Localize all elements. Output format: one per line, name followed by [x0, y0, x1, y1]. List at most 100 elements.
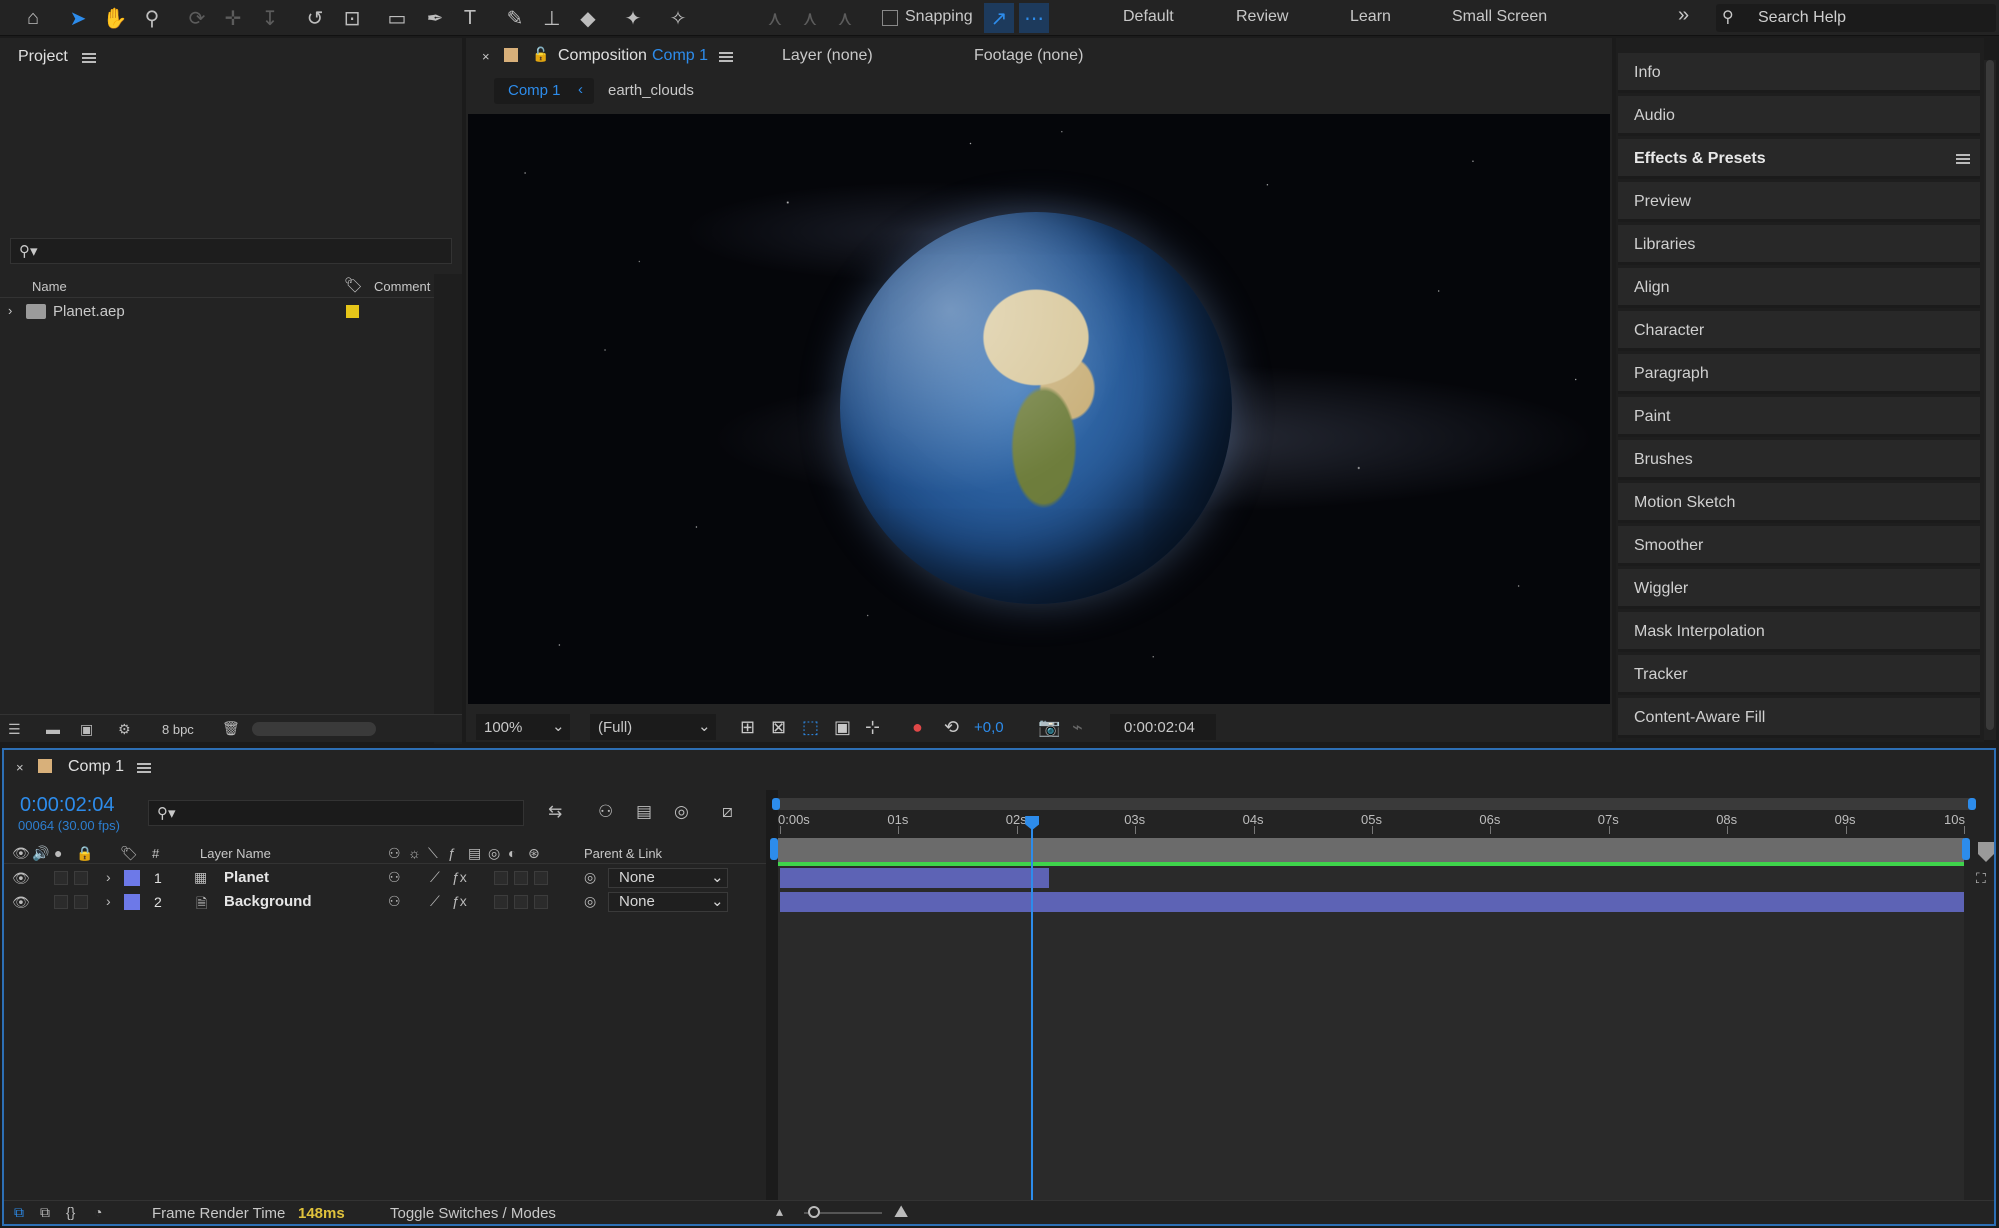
motion-blur-switch-icon[interactable]: ◎ — [488, 845, 500, 862]
composition-tab-comp[interactable]: Comp 1 — [652, 47, 708, 65]
navigator-start-handle[interactable] — [772, 798, 780, 810]
resolution-dropdown[interactable]: (Full) ⌄ — [590, 714, 716, 740]
brush-tool-icon[interactable]: ✎ — [500, 3, 530, 33]
panel-motion-sketch[interactable]: Motion Sketch — [1618, 483, 1980, 523]
snap-edges-icon[interactable]: ↗ — [984, 3, 1014, 33]
panel-wiggler[interactable]: Wiggler — [1618, 569, 1980, 609]
timeline-search-input[interactable]: ⚲▾ — [148, 800, 524, 826]
shy-icon[interactable]: ⚇ — [388, 893, 401, 910]
puppet-pin-tool-icon[interactable]: ✧ — [663, 3, 693, 33]
layer-bar-background[interactable] — [780, 892, 1964, 912]
hand-tool-icon[interactable]: ✋ — [100, 3, 130, 33]
rectangle-tool-icon[interactable]: ▭ — [382, 3, 412, 33]
exposure-value[interactable]: +0,0 — [974, 714, 1004, 740]
panel-smoother[interactable]: Smoother — [1618, 526, 1980, 566]
playhead-line[interactable] — [1031, 820, 1034, 1200]
graph-editor-icon[interactable]: ⧄ — [722, 802, 733, 822]
adjustment-checkbox[interactable] — [534, 895, 548, 909]
audio-icon[interactable]: 🔊 — [32, 845, 49, 862]
thumbnail-slider[interactable] — [252, 722, 376, 736]
panel-character[interactable]: Character — [1618, 311, 1980, 351]
expand-chevron-icon[interactable]: › — [106, 869, 111, 885]
footage-tab[interactable]: Footage (none) — [974, 47, 1083, 65]
shy-layers-icon[interactable]: ⚇ — [598, 802, 613, 822]
render-time-toggle-icon[interactable]: ◔ — [94, 1204, 102, 1220]
magnification-dropdown[interactable]: 100% ⌄ — [476, 714, 570, 740]
search-help-input[interactable]: Search Help — [1758, 9, 1846, 27]
axis-world-icon[interactable]: ⋏ — [795, 3, 825, 33]
workspace-default[interactable]: Default — [1123, 8, 1174, 26]
axis-local-icon[interactable]: ⋏ — [760, 3, 790, 33]
viewer-timecode[interactable]: 0:00:02:04 — [1110, 714, 1216, 740]
region-of-interest-icon[interactable]: ▣ — [834, 714, 851, 740]
pick-whip-icon[interactable]: ◎ — [584, 893, 596, 910]
clone-stamp-tool-icon[interactable]: ⊥ — [537, 3, 567, 33]
interpret-footage-icon[interactable]: ☰ — [8, 721, 21, 738]
frame-blend-switch-icon[interactable]: ▤ — [468, 845, 481, 862]
parent-dropdown[interactable]: None ⌄ — [608, 868, 728, 888]
motion-blur-checkbox[interactable] — [514, 871, 528, 885]
panel-align[interactable]: Align — [1618, 268, 1980, 308]
panel-paint[interactable]: Paint — [1618, 397, 1980, 437]
breadcrumb-earth-clouds[interactable]: earth_clouds — [608, 82, 694, 99]
effect-switch-icon[interactable]: ƒ — [448, 845, 456, 861]
shy-switch-icon[interactable]: ⚇ — [388, 845, 401, 862]
timeline-comp-tab[interactable]: Comp 1 — [68, 758, 124, 776]
label-tag-icon[interactable]: 🏷 — [120, 845, 138, 862]
video-visibility-icon[interactable]: 👁 — [12, 845, 30, 862]
zoom-slider-thumb[interactable] — [808, 1206, 820, 1218]
frame-blending-icon[interactable]: ▤ — [636, 802, 652, 822]
frame-blend-checkbox[interactable] — [494, 895, 508, 909]
rotate-tool-icon[interactable]: ↺ — [300, 3, 330, 33]
toggle-switches-modes-button[interactable]: Toggle Switches / Modes — [390, 1205, 556, 1222]
search-help-box[interactable]: ⚲ Search Help — [1716, 4, 1996, 32]
panel-mask-interpolation[interactable]: Mask Interpolation — [1618, 612, 1980, 652]
in-out-toggle-icon[interactable]: {} — [66, 1204, 75, 1220]
column-parent-link[interactable]: Parent & Link — [584, 846, 662, 861]
shy-icon[interactable]: ⚇ — [388, 869, 401, 886]
lock-checkbox[interactable] — [74, 895, 88, 909]
comp-mini-flowchart-icon[interactable]: ⇆ — [548, 802, 562, 822]
snapshot-camera-icon[interactable]: 📷 — [1038, 714, 1060, 740]
pick-whip-icon[interactable]: ◎ — [584, 869, 596, 886]
fx-icon[interactable]: ƒx — [452, 893, 467, 909]
workspace-small-screen[interactable]: Small Screen — [1452, 8, 1547, 26]
panel-effects-presets[interactable]: Effects & Presets — [1618, 139, 1980, 179]
transparency-grid-icon[interactable]: ⊠ — [771, 714, 786, 740]
panel-audio[interactable]: Audio — [1618, 96, 1980, 136]
composition-menu-icon[interactable] — [719, 52, 733, 62]
roto-brush-tool-icon[interactable]: ✦ — [618, 3, 648, 33]
transfer-controls-toggle-icon[interactable]: ⧉ — [40, 1204, 50, 1221]
bit-depth-button[interactable]: 8 bpc — [162, 722, 194, 737]
3d-layer-switch-icon[interactable]: ⊛ — [528, 845, 540, 862]
snapping-checkbox[interactable] — [882, 10, 898, 26]
reset-exposure-icon[interactable]: ⟲ — [944, 714, 959, 740]
axis-view-icon[interactable]: ⋏ — [830, 3, 860, 33]
layer-name[interactable]: Planet — [224, 869, 269, 886]
track-area[interactable] — [778, 866, 1964, 1200]
expand-chevron-icon[interactable]: › — [8, 303, 12, 318]
work-area-bar[interactable] — [778, 838, 1964, 862]
close-timeline-icon[interactable]: × — [16, 760, 24, 775]
frame-blend-checkbox[interactable] — [494, 871, 508, 885]
solo-icon[interactable]: ● — [54, 845, 62, 861]
lock-icon[interactable]: 🔒 — [76, 845, 93, 862]
time-navigator[interactable] — [772, 798, 1976, 810]
layer-row-1[interactable]: 👁 › 1 ▦ Planet ⚇ ⟋ ƒx ◎ None ⌄ — [0, 866, 768, 890]
project-scrollbar[interactable] — [434, 274, 462, 744]
label-color-swatch[interactable] — [346, 305, 359, 318]
timeline-zoom-slider[interactable] — [804, 1206, 882, 1218]
quality-icon[interactable]: ⟋ — [430, 893, 440, 910]
panel-libraries[interactable]: Libraries — [1618, 225, 1980, 265]
panel-paragraph[interactable]: Paragraph — [1618, 354, 1980, 394]
eraser-tool-icon[interactable]: ◆ — [573, 3, 603, 33]
home-icon[interactable]: ⌂ — [18, 3, 48, 33]
more-workspaces-icon[interactable]: » — [1678, 4, 1689, 27]
orbit-camera-tool-icon[interactable]: ⟳ — [182, 3, 212, 33]
layer-name[interactable]: Background — [224, 893, 312, 910]
label-tag-icon[interactable]: 🏷 — [344, 276, 363, 294]
eye-icon[interactable]: 👁 — [12, 870, 30, 887]
layer-label-color[interactable] — [124, 894, 140, 910]
snap-features-icon[interactable]: ⋯ — [1019, 3, 1049, 33]
zoom-out-icon[interactable]: ▴ — [776, 1203, 783, 1220]
